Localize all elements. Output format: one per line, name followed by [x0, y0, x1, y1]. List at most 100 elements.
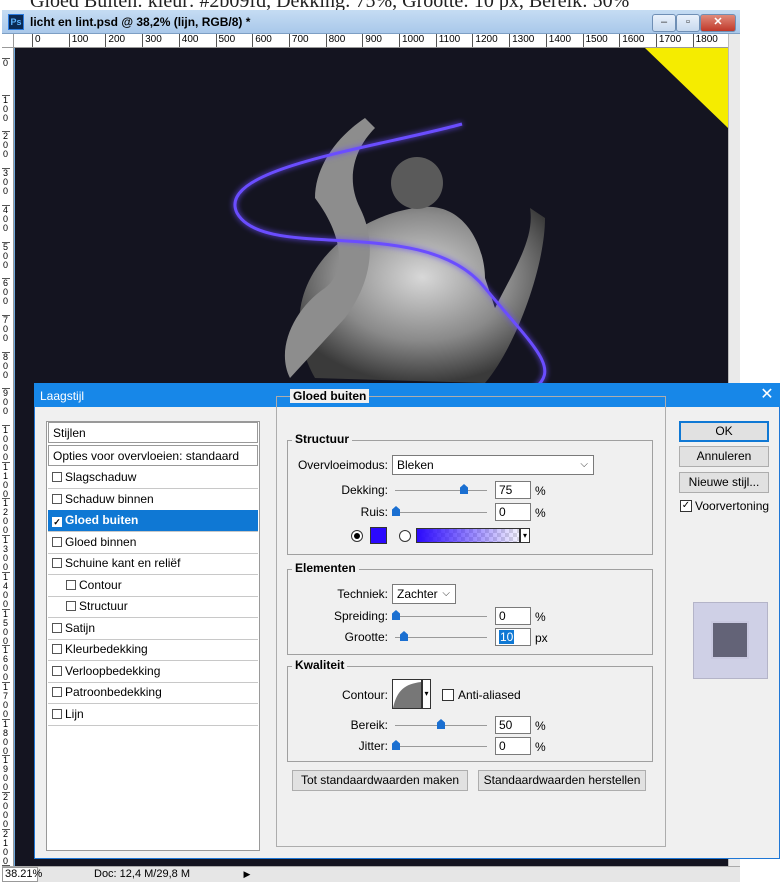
style-item-checkbox[interactable] [52, 708, 62, 719]
style-item-label: Patroonbedekking [65, 685, 162, 699]
gradient-dropdown-icon[interactable]: ▾ [520, 528, 530, 543]
style-item-checkbox[interactable] [52, 665, 62, 676]
contour-label: Contour: [341, 688, 388, 702]
noise-slider-track[interactable] [395, 512, 487, 513]
close-button[interactable]: ✕ [700, 14, 736, 32]
gradient-radio[interactable] [399, 530, 411, 542]
style-item-label: Satijn [65, 620, 96, 635]
quality-title: Kwaliteit [292, 658, 348, 672]
ruler-tick: 1300 [2, 535, 10, 573]
ruler-tick: 200 [105, 34, 125, 47]
glow-color-swatch[interactable] [370, 527, 387, 544]
size-field[interactable]: 10 [495, 628, 531, 646]
range-field[interactable]: 50 [495, 716, 531, 734]
spread-field[interactable]: 0 [495, 607, 531, 625]
style-item-checkbox[interactable] [52, 644, 62, 654]
ruler-tick: 0 [2, 58, 10, 68]
jitter-field[interactable]: 0 [495, 737, 531, 755]
doc-size-info: Doc: 12,4 M/29,8 M [94, 868, 190, 880]
size-value: 10 [499, 630, 515, 644]
contour-curve-icon [393, 682, 421, 708]
ruler-tick: 300 [142, 34, 162, 47]
ruler-tick: 1600 [619, 34, 644, 47]
style-item-checkbox[interactable] [52, 558, 62, 568]
style-item-checkbox[interactable] [52, 622, 62, 633]
dialog-title: Laagstijl [40, 389, 85, 403]
preview-checkbox[interactable]: ✓ [680, 500, 692, 512]
size-slider-track[interactable] [395, 637, 487, 638]
ruler-tick: 800 [2, 351, 10, 380]
ok-button[interactable]: OK [679, 421, 769, 442]
ruler-tick: 1600 [2, 645, 10, 683]
style-item[interactable]: Satijn [48, 618, 258, 639]
noise-field[interactable]: 0 [495, 503, 531, 521]
dialog-close-icon[interactable]: ✕ [758, 386, 776, 404]
blending-options-item[interactable]: Opties voor overvloeien: standaard [48, 445, 258, 466]
structure-title: Structuur [292, 432, 352, 446]
spread-slider-track[interactable] [395, 616, 487, 617]
status-menu-arrow-icon[interactable]: ▶ [240, 867, 254, 881]
ruler-tick: 2100 [2, 828, 10, 866]
maximize-button[interactable]: ▫ [676, 14, 700, 32]
style-item[interactable]: Lijn [48, 704, 258, 725]
solid-color-radio[interactable] [351, 530, 363, 542]
ruler-tick: 1400 [545, 34, 571, 47]
anti-aliased-checkbox[interactable] [442, 689, 454, 701]
style-item[interactable]: Slagschaduw [48, 467, 258, 488]
ruler-tick: 1100 [435, 34, 460, 47]
contour-picker[interactable] [392, 679, 422, 709]
ruler-tick: 100 [68, 34, 88, 47]
new-style-button[interactable]: Nieuwe stijl... [679, 472, 769, 493]
style-item-checkbox[interactable] [52, 472, 62, 482]
style-item-label: Slagschaduw [65, 470, 137, 484]
chevron-down-icon: ⌵ [442, 588, 450, 599]
reset-default-button[interactable]: Standaardwaarden herstellen [478, 770, 646, 791]
blend-mode-label: Overvloeimodus: [297, 458, 388, 472]
style-item-checkbox[interactable] [66, 579, 76, 590]
style-item-label: Contour [79, 577, 122, 592]
style-item[interactable]: ✓ Gloed buiten [48, 510, 258, 531]
ruler-tick: 1700 [2, 681, 10, 719]
contour-dropdown-icon[interactable]: ▾ [422, 679, 431, 709]
style-item[interactable]: Kleurbedekking [48, 639, 258, 660]
style-item[interactable]: Verloopbedekking [48, 661, 258, 682]
style-item[interactable]: Patroonbedekking [48, 682, 258, 703]
style-item-checkbox[interactable] [52, 687, 62, 697]
opacity-unit: % [535, 484, 546, 498]
opacity-slider-track[interactable] [395, 490, 487, 491]
style-item[interactable]: Gloed binnen [48, 532, 258, 553]
opacity-field[interactable]: 75 [495, 481, 531, 499]
size-unit: px [535, 631, 548, 645]
chevron-down-icon: ⌵ [580, 459, 588, 470]
style-item-label: Gloed binnen [65, 534, 137, 549]
style-item[interactable]: Schuine kant en reliëf [48, 553, 258, 574]
minimize-button[interactable]: – [652, 14, 676, 32]
styles-header[interactable]: Stijlen [48, 422, 258, 443]
ruler-tick: 1500 [2, 608, 10, 646]
ruler-tick: 700 [2, 314, 10, 343]
jitter-slider-track[interactable] [395, 746, 487, 747]
gradient-swatch[interactable] [416, 528, 520, 543]
style-item-checkbox[interactable] [52, 536, 62, 547]
ruler-tick: 500 [215, 34, 235, 47]
ruler-tick: 900 [362, 34, 382, 47]
style-item[interactable]: Schaduw binnen [48, 489, 258, 510]
horizontal-ruler[interactable]: 0 100 200 300 400 500 600 700 800 900 1000 1100 1200… [14, 34, 728, 48]
jitter-unit: % [535, 740, 546, 754]
ruler-tick: 1500 [582, 34, 608, 47]
technique-select[interactable]: Zachter ⌵ [392, 584, 456, 604]
document-title: licht en lint.psd @ 38,2% (lijn, RGB/8) … [30, 15, 251, 29]
style-item-checkbox[interactable]: ✓ [52, 517, 62, 527]
style-item-checkbox[interactable] [66, 601, 76, 611]
style-item[interactable]: Structuur [48, 596, 258, 617]
vertical-ruler[interactable]: 0 100 200 300 400 500 600 700 800 900 1000 1100 1200… [2, 48, 14, 866]
blend-mode-value: Bleken [397, 458, 434, 472]
technique-label: Techniek: [337, 587, 388, 601]
style-item[interactable]: Contour [48, 575, 258, 596]
zoom-field[interactable]: 38.21% [2, 867, 42, 882]
make-default-button[interactable]: Tot standaardwaarden maken [292, 770, 468, 791]
noise-label: Ruis: [360, 505, 388, 519]
blend-mode-select[interactable]: Bleken ⌵ [392, 455, 594, 475]
cancel-button[interactable]: Annuleren [679, 446, 769, 467]
style-item-checkbox[interactable] [52, 493, 62, 504]
